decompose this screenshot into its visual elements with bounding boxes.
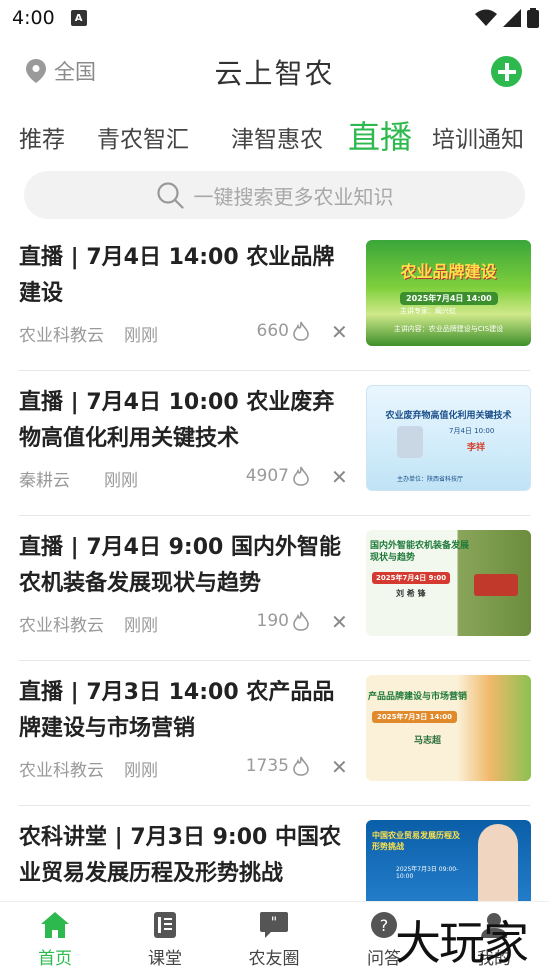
tab-jinzhi[interactable]: 津智惠农 xyxy=(231,120,323,154)
battery-icon xyxy=(527,8,539,28)
flame-icon xyxy=(293,321,309,341)
nav-community-label: 农友圈 xyxy=(248,949,300,969)
thumb-headline: 国内外智能农机装备发展现状与趋势 xyxy=(370,541,470,563)
item-title: 农科讲堂 | 7月3日 9:00 中国农业贸易发展历程及形势挑战 xyxy=(19,825,342,886)
list-item[interactable]: 直播 | 7月4日 14:00 农业品牌建设 农业科教云 刚刚 660 ✕ 农业品… xyxy=(0,226,549,371)
category-tabs: 推荐 青农智汇 津智惠农 直播 培训通知 xyxy=(0,106,549,170)
dismiss-button[interactable]: ✕ xyxy=(331,755,348,779)
flame-icon xyxy=(293,611,309,631)
thumb-date: 2025年7月3日 09:00-10:00 xyxy=(396,866,459,880)
dismiss-button[interactable]: ✕ xyxy=(331,465,348,489)
signal-icon xyxy=(503,9,521,27)
dismiss-button[interactable]: ✕ xyxy=(331,610,348,634)
item-time: 刚刚 xyxy=(104,471,138,491)
thumb-headline: 中国农业贸易发展历程及形势挑战 xyxy=(372,831,460,851)
item-source: 农业科教云 xyxy=(19,616,104,636)
app-header: 全国 云上智农 xyxy=(0,36,549,106)
item-thumbnail: 国内外智能农机装备发展现状与趋势 2025年7月4日 9:00 刘 希 锋 xyxy=(366,530,531,636)
item-source: 农业科教云 xyxy=(19,761,104,781)
flame-icon xyxy=(293,466,309,486)
nav-classroom-label: 课堂 xyxy=(148,949,182,969)
thumb-footer: 主讲内容：农业品牌建设与CIS建设 xyxy=(393,325,504,333)
thumb-footer: 主办单位：陕西省科技厅 xyxy=(397,476,464,483)
thumb-date: 2025年7月3日 14:00 xyxy=(372,711,457,723)
svg-text:?: ? xyxy=(380,916,389,935)
notification-a-icon: A xyxy=(70,10,87,26)
item-source: 秦耕云 xyxy=(19,471,70,491)
item-title: 直播 | 7月4日 9:00 国内外智能农机装备发展现状与趋势 xyxy=(19,535,342,596)
flame-icon xyxy=(293,756,309,776)
item-views: 190 xyxy=(256,611,289,631)
item-source: 农业科教云 xyxy=(19,326,104,346)
nav-home[interactable]: 首页 xyxy=(15,910,95,969)
search-icon xyxy=(156,182,184,209)
nav-home-label: 首页 xyxy=(38,949,72,969)
tractor-image xyxy=(474,574,518,596)
status-bar: 4:00 A xyxy=(0,0,549,36)
thumb-speaker: 刘 希 锋 xyxy=(396,589,426,598)
item-views: 4907 xyxy=(245,466,289,486)
wifi-icon xyxy=(475,9,497,26)
tab-live[interactable]: 直播 xyxy=(348,112,412,158)
item-views: 660 xyxy=(256,321,289,341)
list-item[interactable]: 直播 | 7月4日 10:00 农业废弃物高值化利用关键技术 秦耕云 刚刚 490… xyxy=(0,371,549,516)
tab-qingnong[interactable]: 青农智汇 xyxy=(97,120,189,154)
thumb-speaker: 李祥 xyxy=(467,443,486,453)
search-placeholder: 一键搜索更多农业知识 xyxy=(193,184,394,209)
tab-training[interactable]: 培训通知 xyxy=(432,120,524,154)
dismiss-button[interactable]: ✕ xyxy=(331,320,348,344)
list-item[interactable]: 直播 | 7月4日 9:00 国内外智能农机装备发展现状与趋势 农业科教云 刚刚 … xyxy=(0,516,549,661)
thumb-headline: 农业品牌建设 xyxy=(400,262,497,281)
tab-recommend[interactable]: 推荐 xyxy=(19,120,65,154)
watermark: 大玩家 xyxy=(395,916,529,970)
item-time: 刚刚 xyxy=(124,326,158,346)
list-item[interactable]: 直播 | 7月3日 14:00 农产品品牌建设与市场营销 农业科教云 刚刚 173… xyxy=(0,661,549,806)
item-thumbnail: 农业废弃物高值化利用关键技术 7月4日 10:00 李祥 主办单位：陕西省科技厅 xyxy=(366,385,531,491)
thumb-date: 2025年7月4日 9:00 xyxy=(372,572,451,584)
item-views: 1735 xyxy=(245,756,289,776)
nav-community[interactable]: " 农友圈 xyxy=(234,910,314,969)
home-icon xyxy=(41,912,69,938)
chat-bubble-icon: " xyxy=(260,912,288,938)
add-button[interactable] xyxy=(491,56,522,87)
item-title: 直播 | 7月4日 10:00 农业废弃物高值化利用关键技术 xyxy=(19,390,335,451)
thumb-headline: 产品品牌建设与市场营销 xyxy=(368,692,468,702)
app-title: 云上智农 xyxy=(214,57,335,90)
thumb-headline: 农业废弃物高值化利用关键技术 xyxy=(385,411,512,421)
thumb-speaker: 主讲专家：阚兴虹 xyxy=(400,307,456,315)
item-time: 刚刚 xyxy=(124,761,158,781)
search-input[interactable]: 一键搜索更多农业知识 xyxy=(24,171,525,219)
thumb-date: 2025年7月4日 14:00 xyxy=(400,292,498,305)
item-thumbnail: 产品品牌建设与市场营销 2025年7月3日 14:00 马志超 xyxy=(366,675,531,781)
item-title: 直播 | 7月4日 14:00 农业品牌建设 xyxy=(19,245,335,306)
plus-icon xyxy=(497,62,516,81)
item-time: 刚刚 xyxy=(124,616,158,636)
question-icon: ? xyxy=(371,912,397,938)
thumb-date: 7月4日 10:00 xyxy=(449,427,495,435)
speaker-photo xyxy=(397,426,423,458)
book-icon xyxy=(154,912,176,938)
status-time: 4:00 xyxy=(12,7,55,29)
item-thumbnail: 农业品牌建设 2025年7月4日 14:00 主讲专家：阚兴虹 主讲内容：农业品… xyxy=(366,240,531,346)
thumb-speaker: 马志超 xyxy=(414,736,442,746)
item-title: 直播 | 7月3日 14:00 农产品品牌建设与市场营销 xyxy=(19,680,335,741)
nav-classroom[interactable]: 课堂 xyxy=(125,910,205,969)
svg-text:": " xyxy=(271,915,277,931)
